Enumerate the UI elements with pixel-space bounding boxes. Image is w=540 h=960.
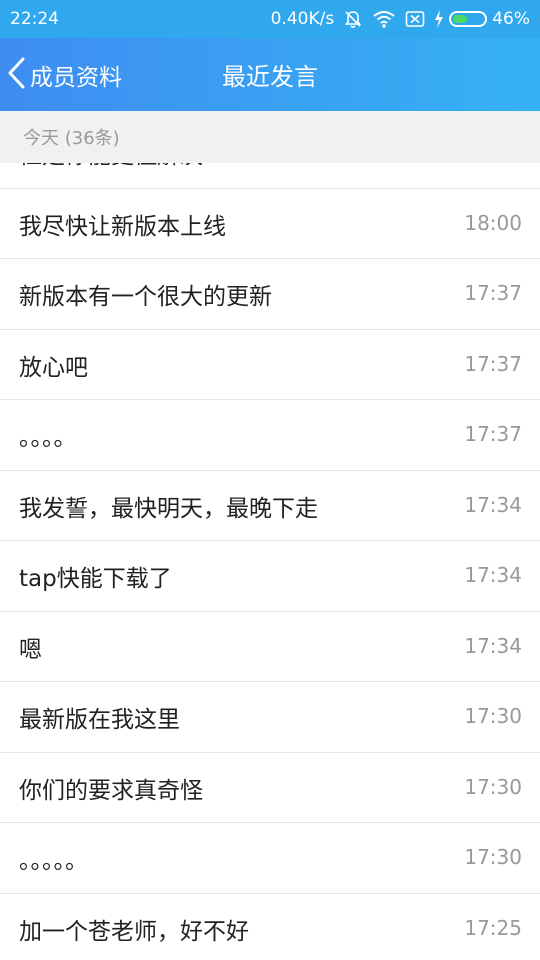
message-row[interactable]: 我尽快让新版本上线 18:00: [0, 189, 540, 259]
message-time: 17:37: [464, 351, 522, 376]
message-row[interactable]: 嗯 17:34: [0, 612, 540, 682]
message-text: 放心吧: [19, 354, 88, 381]
section-header: 今天 (36条): [0, 111, 540, 163]
message-row[interactable]: 恒是你能更但解决: [0, 163, 540, 189]
message-list-content: 恒是你能更但解决我尽快让新版本上线18:00新版本有一个很大的更新17:37放心…: [0, 163, 540, 960]
status-bar: 22:24 0.40K/s 46%: [0, 0, 540, 38]
message-row[interactable]: tap快能下载了 17:34: [0, 541, 540, 612]
message-row[interactable]: 放心吧 17:37: [0, 330, 540, 400]
message-text: 。。。。: [19, 425, 77, 451]
status-time: 22:24: [10, 9, 59, 29]
message-time: 18:00: [464, 210, 522, 235]
message-text: 我尽快让新版本上线: [19, 213, 226, 240]
message-row[interactable]: 。。。。。 17:30: [0, 823, 540, 894]
battery-fill: [453, 15, 468, 23]
message-time: 17:34: [464, 563, 522, 587]
message-row[interactable]: 你们的要求真奇怪 17:30: [0, 753, 540, 823]
message-time: 17:37: [464, 281, 522, 305]
message-text: 。。。。。: [19, 848, 88, 874]
nav-bar: 成员资料 最近发言: [0, 38, 540, 111]
chevron-left-icon: [6, 56, 28, 94]
message-time: 17:34: [464, 492, 522, 517]
battery-percent: 46%: [492, 9, 530, 29]
back-label: 成员资料: [30, 64, 122, 91]
message-text: 恒是你能更但解决: [19, 163, 203, 188]
message-row[interactable]: 。。。。 17:37: [0, 400, 540, 471]
message-text: 最新版在我这里: [19, 707, 180, 733]
message-text: 加一个苍老师，好不好: [19, 918, 249, 945]
message-row[interactable]: 新版本有一个很大的更新 17:37: [0, 259, 540, 330]
message-list[interactable]: 恒是你能更但解决我尽快让新版本上线18:00新版本有一个很大的更新17:37放心…: [0, 163, 540, 960]
message-time: 17:25: [464, 915, 522, 940]
bell-off-icon: [343, 9, 363, 29]
message-row[interactable]: 加一个苍老师，好不好 17:25: [0, 894, 540, 960]
status-indicators: 0.40K/s 46%: [271, 9, 530, 29]
message-text: 你们的要求真奇怪: [19, 777, 203, 804]
message-text: 新版本有一个很大的更新: [19, 284, 272, 310]
message-text: 我发誓，最快明天，最晚下走: [19, 495, 318, 522]
battery-icon: [449, 11, 488, 27]
message-time: 17:30: [464, 704, 522, 728]
sim-off-icon: [405, 10, 425, 28]
message-row[interactable]: 最新版在我这里 17:30: [0, 682, 540, 753]
message-time: 17:34: [464, 633, 522, 658]
message-text: tap快能下载了: [19, 566, 172, 592]
charging-icon: [434, 10, 444, 28]
message-time: 17:30: [464, 845, 522, 869]
message-row[interactable]: 我发誓，最快明天，最晚下走 17:34: [0, 471, 540, 541]
message-text: 嗯: [19, 636, 42, 663]
wifi-icon: [372, 9, 396, 29]
battery-indicator: 46%: [434, 9, 530, 29]
back-button[interactable]: 成员资料: [6, 38, 122, 111]
message-time: 17:37: [464, 422, 522, 446]
net-speed: 0.40K/s: [270, 9, 335, 29]
message-time: 17:30: [464, 774, 522, 799]
